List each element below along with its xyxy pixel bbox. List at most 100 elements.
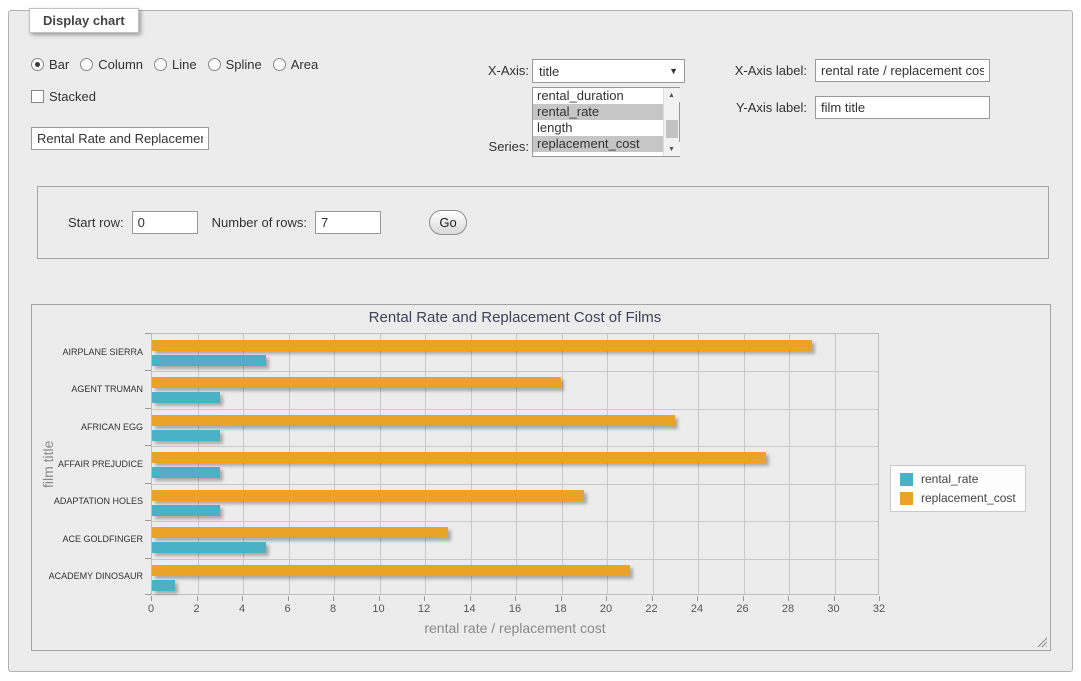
x-tick-mark	[379, 596, 380, 601]
x-tick-mark	[743, 596, 744, 601]
chart-type-radio-line[interactable]: Line	[154, 57, 197, 72]
scrollbar-thumb[interactable]	[666, 120, 678, 138]
x-axis-select-label: X-Axis:	[471, 63, 529, 78]
series-select-label: Series:	[471, 139, 529, 154]
fieldset-legend: Display chart	[29, 8, 139, 33]
gridline-vertical	[607, 334, 608, 594]
scrollbar-track[interactable]	[664, 102, 680, 142]
scroll-up-icon[interactable]: ▲	[664, 88, 680, 102]
gridline-vertical	[425, 334, 426, 594]
gridline-horizontal	[152, 521, 878, 522]
num-rows-input[interactable]	[315, 211, 381, 234]
gridline-vertical	[653, 334, 654, 594]
stacked-label: Stacked	[49, 89, 96, 104]
radio-label: Line	[172, 57, 197, 72]
bar-rental_rate	[152, 355, 266, 366]
bar-rental_rate	[152, 542, 266, 553]
y-tick-mark	[145, 408, 151, 409]
series-scrollbar[interactable]: ▲ ▼	[663, 88, 679, 156]
num-rows-label: Number of rows:	[212, 215, 307, 230]
x-tick-label: 8	[313, 603, 353, 615]
x-axis-label-label: X-Axis label:	[727, 63, 807, 78]
gridline-horizontal	[152, 559, 878, 560]
x-axis-selected-value: title	[539, 64, 559, 79]
gridline-vertical	[334, 334, 335, 594]
resize-handle-icon[interactable]	[1036, 636, 1047, 647]
radio-icon[interactable]	[80, 58, 93, 71]
radio-label: Area	[291, 57, 318, 72]
chart-legend: rental_rate replacement_cost	[890, 465, 1026, 512]
x-tick-mark	[606, 596, 607, 601]
x-tick-mark	[424, 596, 425, 601]
x-tick-label: 10	[359, 603, 399, 615]
x-tick-mark	[834, 596, 835, 601]
chart-container: Rental Rate and Replacement Cost of Film…	[31, 304, 1051, 651]
bar-replacement_cost	[152, 527, 448, 538]
gridline-vertical	[243, 334, 244, 594]
stacked-checkbox[interactable]	[31, 90, 44, 103]
gridline-horizontal	[152, 484, 878, 485]
y-tick-mark	[145, 445, 151, 446]
radio-icon[interactable]	[154, 58, 167, 71]
x-axis-select[interactable]: title ▼	[532, 59, 685, 83]
category-label: ADAPTATION HOLES	[32, 483, 143, 520]
gridline-vertical	[289, 334, 290, 594]
gridline-vertical	[516, 334, 517, 594]
gridline-vertical	[380, 334, 381, 594]
category-label: AFFAIR PREJUDICE	[32, 445, 143, 482]
x-tick-mark	[151, 596, 152, 601]
gridline-vertical	[471, 334, 472, 594]
y-axis-label-input[interactable]	[815, 96, 990, 119]
series-listbox[interactable]: rental_durationrental_ratelengthreplacem…	[532, 87, 680, 157]
x-tick-label: 2	[177, 603, 217, 615]
start-row-input[interactable]	[132, 211, 198, 234]
gridline-vertical	[789, 334, 790, 594]
x-tick-label: 4	[222, 603, 262, 615]
x-tick-label: 28	[768, 603, 808, 615]
chart-type-radio-bar[interactable]: Bar	[31, 57, 69, 72]
scroll-down-icon[interactable]: ▼	[664, 142, 680, 156]
series-option-length[interactable]: length	[533, 120, 663, 136]
x-tick-mark	[788, 596, 789, 601]
x-tick-label: 18	[541, 603, 581, 615]
series-option-replacement_cost[interactable]: replacement_cost	[533, 136, 663, 152]
chart-type-radio-group: Bar Column Line Spline Area	[31, 57, 318, 72]
radio-icon[interactable]	[31, 58, 44, 71]
radio-icon[interactable]	[273, 58, 286, 71]
legend-label: rental_rate	[921, 472, 978, 486]
category-label: AFRICAN EGG	[32, 408, 143, 445]
bar-replacement_cost	[152, 415, 675, 426]
chart-type-radio-column[interactable]: Column	[80, 57, 143, 72]
series-option-rental_rate[interactable]: rental_rate	[533, 104, 663, 120]
chart-type-radio-area[interactable]: Area	[273, 57, 318, 72]
x-tick-label: 22	[632, 603, 672, 615]
bar-rental_rate	[152, 430, 220, 441]
bar-replacement_cost	[152, 340, 812, 351]
start-row-label: Start row:	[68, 215, 124, 230]
category-label: ACADEMY DINOSAUR	[32, 558, 143, 595]
x-axis-label-input[interactable]	[815, 59, 990, 82]
gridline-vertical	[562, 334, 563, 594]
x-tick-label: 26	[723, 603, 763, 615]
radio-label: Column	[98, 57, 143, 72]
radio-icon[interactable]	[208, 58, 221, 71]
x-tick-label: 20	[586, 603, 626, 615]
go-button[interactable]: Go	[429, 210, 467, 235]
bar-rental_rate	[152, 467, 220, 478]
gridline-horizontal	[152, 371, 878, 372]
x-tick-label: 32	[859, 603, 899, 615]
radio-label: Bar	[49, 57, 69, 72]
x-tick-mark	[242, 596, 243, 601]
x-tick-label: 12	[404, 603, 444, 615]
chart-title-input[interactable]	[31, 127, 209, 150]
chart-type-radio-spline[interactable]: Spline	[208, 57, 262, 72]
legend-row: replacement_cost	[900, 491, 1016, 505]
stacked-checkbox-item[interactable]: Stacked	[31, 89, 96, 104]
category-label: AIRPLANE SIERRA	[32, 333, 143, 370]
y-tick-mark	[145, 483, 151, 484]
legend-label: replacement_cost	[921, 491, 1016, 505]
chart-title: Rental Rate and Replacement Cost of Film…	[151, 309, 879, 326]
x-tick-label: 24	[677, 603, 717, 615]
gridline-vertical	[198, 334, 199, 594]
series-option-rental_duration[interactable]: rental_duration	[533, 88, 663, 104]
